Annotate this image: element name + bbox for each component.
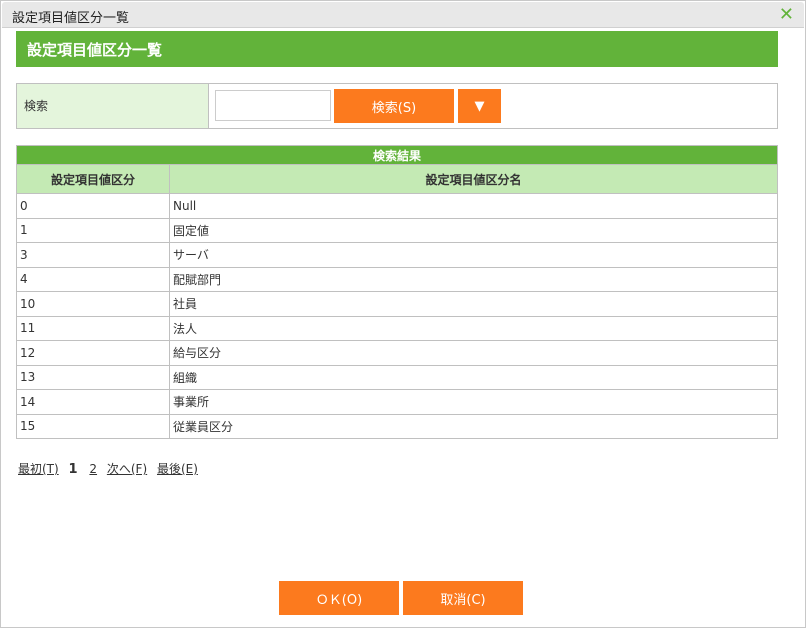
cell-name: Null: [169, 193, 778, 219]
cell-name: 社員: [169, 291, 778, 317]
search-options-dropdown-icon[interactable]: ▼: [458, 89, 501, 123]
cell-code: 0: [16, 193, 170, 219]
table-row[interactable]: 15 従業員区分: [16, 413, 778, 439]
cell-name: 配賦部門: [169, 266, 778, 292]
search-panel: 検索 検索(S) ▼: [16, 83, 778, 129]
table-row[interactable]: 12 給与区分: [16, 340, 778, 366]
cell-code: 1: [16, 217, 170, 243]
pager-first[interactable]: 最初(T): [18, 462, 59, 476]
cell-code: 4: [16, 266, 170, 292]
table-row[interactable]: 13 組織: [16, 364, 778, 390]
dialog-titlebar[interactable]: 設定項目値区分一覧 ✕: [2, 2, 804, 28]
table-row[interactable]: 14 事業所: [16, 389, 778, 415]
search-label: 検索: [17, 84, 209, 128]
cell-name: 組織: [169, 364, 778, 390]
table-row[interactable]: 4 配賦部門: [16, 266, 778, 292]
cell-name: サーバ: [169, 242, 778, 268]
cell-name: 給与区分: [169, 340, 778, 366]
dialog-title: 設定項目値区分一覧: [12, 11, 130, 26]
cell-code: 15: [16, 413, 170, 439]
cell-code: 3: [16, 242, 170, 268]
pager-last[interactable]: 最後(E): [157, 462, 198, 476]
column-header-name: 設定項目値区分名: [169, 164, 778, 194]
cell-name: 法人: [169, 315, 778, 341]
table-row[interactable]: 0 Null: [16, 193, 778, 219]
table-row[interactable]: 11 法人: [16, 315, 778, 341]
search-input[interactable]: [215, 90, 331, 121]
cancel-button[interactable]: 取消(C): [403, 581, 523, 615]
cell-code: 10: [16, 291, 170, 317]
cell-code: 13: [16, 364, 170, 390]
pager-current: 1: [68, 462, 78, 477]
cell-code: 11: [16, 315, 170, 341]
results-table: 検索結果 設定項目値区分 設定項目値区分名 0 Null 1 固定値 3 サーバ 4 配賦部門 1…: [16, 145, 778, 439]
results-caption: 検索結果: [16, 145, 778, 165]
table-row[interactable]: 3 サーバ: [16, 242, 778, 268]
table-row[interactable]: 10 社員: [16, 291, 778, 317]
cell-name: 事業所: [169, 389, 778, 415]
search-button[interactable]: 検索(S): [334, 89, 454, 123]
ok-button[interactable]: ＯＫ(O): [279, 581, 399, 615]
column-header-code: 設定項目値区分: [16, 164, 170, 194]
cell-code: 12: [16, 340, 170, 366]
cell-name: 固定値: [169, 217, 778, 243]
cell-name: 従業員区分: [169, 413, 778, 439]
table-row[interactable]: 1 固定値: [16, 217, 778, 243]
page-title: 設定項目値区分一覧: [16, 31, 778, 67]
close-icon[interactable]: ✕: [779, 4, 794, 25]
pager-next[interactable]: 次へ(F): [107, 462, 147, 476]
pager-page-2[interactable]: 2: [89, 462, 97, 476]
pagination: 最初(T) 1 2 次へ(F) 最後(E): [18, 460, 204, 477]
cell-code: 14: [16, 389, 170, 415]
dialog: 設定項目値区分一覧 ✕ 設定項目値区分一覧 検索 検索(S) ▼ 検索結果 設定…: [0, 0, 806, 628]
